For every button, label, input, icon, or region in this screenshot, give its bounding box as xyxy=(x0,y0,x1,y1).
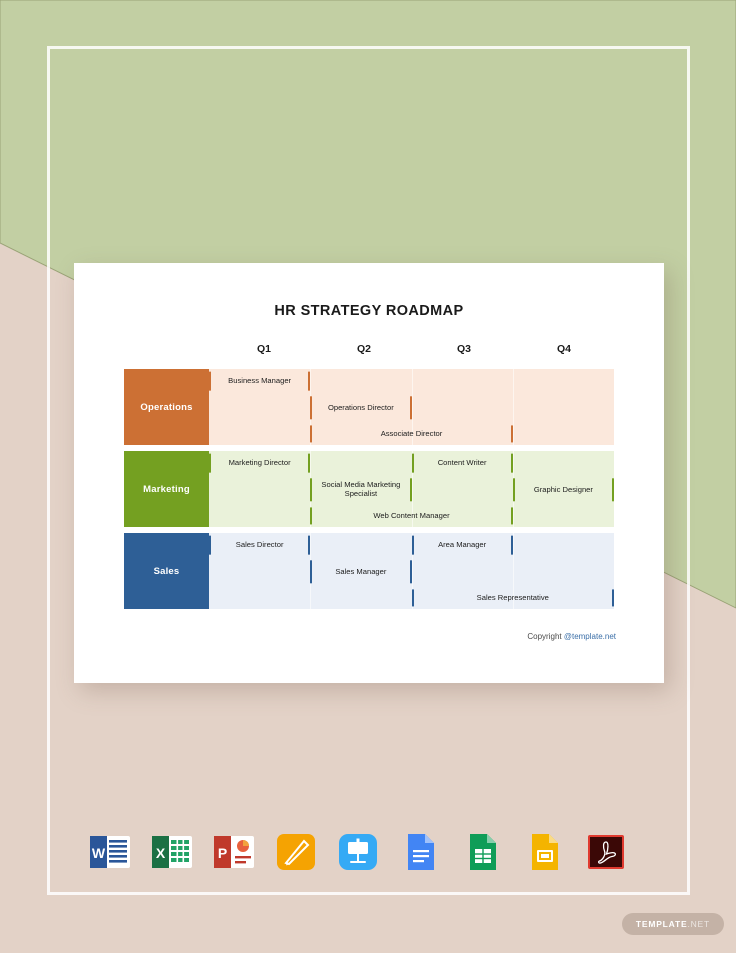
roadmap-rows: Operations Business Manager Operations Dir… xyxy=(124,369,614,609)
lane-2: Sales Representative xyxy=(209,587,614,609)
roadmap-row-sales: Sales Sales Director Area Manager Sales Man… xyxy=(124,533,614,609)
task-label: Content Writer xyxy=(437,457,487,467)
task-start-marker xyxy=(209,535,211,555)
task-label: Sales Director xyxy=(235,539,284,549)
task-label: Sales Manager xyxy=(335,566,387,576)
task-end-marker xyxy=(510,535,513,555)
task-end-marker xyxy=(308,535,311,555)
task-bar[interactable]: Web Content Manager xyxy=(310,505,513,527)
row-track-marketing: Marketing Director Content Writer Graphic … xyxy=(209,451,614,527)
lane-1: Graphic Designer Social Media Marketing S… xyxy=(209,475,614,505)
task-bar[interactable]: Marketing Director xyxy=(209,451,311,475)
roadmap-row-marketing: Marketing Marketing Director Content Write… xyxy=(124,451,614,527)
row-header-marketing[interactable]: Marketing xyxy=(124,451,209,527)
template-net-link[interactable]: @template.net xyxy=(564,632,616,641)
task-bar[interactable]: Content Writer xyxy=(411,451,513,475)
task-label: Marketing Director xyxy=(228,457,291,467)
task-start-marker xyxy=(310,478,313,502)
task-end-marker xyxy=(510,507,513,525)
roadmap-chart: Q1 Q2 Q3 Q4 Operations Business Manager Opera… xyxy=(124,343,614,615)
lane-0: Marketing Director Content Writer xyxy=(209,451,614,475)
pages-icon[interactable] xyxy=(274,830,318,874)
task-end-marker xyxy=(510,453,513,473)
task-label: Operations Director xyxy=(327,402,394,412)
task-start-marker xyxy=(411,453,414,473)
quarter-label-q2: Q2 xyxy=(356,343,371,355)
task-label: Graphic Designer xyxy=(533,484,593,494)
quarter-label-q1: Q1 xyxy=(256,343,271,355)
task-label: Business Manager xyxy=(228,375,292,385)
svg-text:X: X xyxy=(156,845,166,861)
task-bar[interactable]: Area Manager xyxy=(411,533,513,557)
task-bar[interactable]: Social Media Marketing Specialist xyxy=(310,475,412,505)
task-start-marker xyxy=(310,507,313,525)
task-start-marker xyxy=(310,560,313,584)
task-start-marker xyxy=(209,453,211,473)
task-end-marker xyxy=(612,589,614,607)
google-sheets-icon[interactable] xyxy=(460,830,504,874)
quarter-label-q3: Q3 xyxy=(456,343,471,355)
row-header-sales[interactable]: Sales xyxy=(124,533,209,609)
keynote-icon[interactable] xyxy=(336,830,380,874)
task-label: Social Media Marketing Specialist xyxy=(321,480,401,498)
powerpoint-icon[interactable]: P xyxy=(212,830,256,874)
row-header-operations[interactable]: Operations xyxy=(124,369,209,445)
task-start-marker xyxy=(209,371,211,391)
roadmap-row-operations: Operations Business Manager Operations Dir… xyxy=(124,369,614,445)
document-card: HR STRATEGY ROADMAP Q1 Q2 Q3 Q4 Operations B… xyxy=(74,263,664,683)
task-end-marker xyxy=(409,478,412,502)
task-start-marker xyxy=(310,396,313,420)
task-start-marker xyxy=(310,425,313,443)
quarter-label-q4: Q4 xyxy=(556,343,571,355)
task-bar[interactable]: Sales Manager xyxy=(310,557,412,587)
task-bar[interactable]: Sales Representative xyxy=(411,587,614,609)
lane-0: Sales Director Area Manager xyxy=(209,533,614,557)
task-bar[interactable]: Sales Director xyxy=(209,533,311,557)
task-end-marker xyxy=(409,560,412,584)
excel-icon[interactable]: X xyxy=(150,830,194,874)
task-label: Area Manager xyxy=(438,539,487,549)
task-end-marker xyxy=(308,371,311,391)
task-start-marker xyxy=(411,589,414,607)
google-docs-icon[interactable] xyxy=(398,830,442,874)
task-bar[interactable]: Operations Director xyxy=(310,393,412,423)
lane-2: Web Content Manager xyxy=(209,505,614,527)
row-track-operations: Business Manager Operations Director Assoc… xyxy=(209,369,614,445)
task-end-marker xyxy=(308,453,311,473)
task-label: Associate Director xyxy=(380,428,443,438)
task-label: Sales Representative xyxy=(476,592,549,602)
page-title: HR STRATEGY ROADMAP xyxy=(274,303,464,319)
lane-1: Operations Director xyxy=(209,393,614,423)
google-slides-icon[interactable] xyxy=(522,830,566,874)
pdf-icon[interactable] xyxy=(584,830,628,874)
task-end-marker xyxy=(409,396,412,420)
badge-suffix-text: .NET xyxy=(687,919,710,929)
task-label: Web Content Manager xyxy=(373,510,450,520)
svg-text:P: P xyxy=(218,845,227,861)
word-icon[interactable]: W xyxy=(88,830,132,874)
badge-main-text: TEMPLATE xyxy=(635,919,688,929)
quarter-header-row: Q1 Q2 Q3 Q4 xyxy=(214,343,614,369)
file-format-icon-strip: WXP xyxy=(88,826,648,878)
task-start-marker xyxy=(512,478,515,502)
copyright-notice: Copyright @template.net xyxy=(527,632,616,641)
task-bar[interactable]: Associate Director xyxy=(310,423,513,445)
template-net-badge[interactable]: TEMPLATE.NET xyxy=(621,913,724,935)
copyright-text: Copyright xyxy=(527,632,564,641)
task-start-marker xyxy=(411,535,414,555)
task-end-marker xyxy=(510,425,513,443)
lane-0: Business Manager xyxy=(209,369,614,393)
task-bar[interactable]: Business Manager xyxy=(209,369,311,393)
lane-1: Sales Manager xyxy=(209,557,614,587)
row-track-sales: Sales Director Area Manager Sales Manager S… xyxy=(209,533,614,609)
svg-text:W: W xyxy=(92,845,106,861)
task-bar[interactable]: Graphic Designer xyxy=(512,475,614,505)
lane-2: Associate Director xyxy=(209,423,614,445)
task-end-marker xyxy=(612,478,614,502)
